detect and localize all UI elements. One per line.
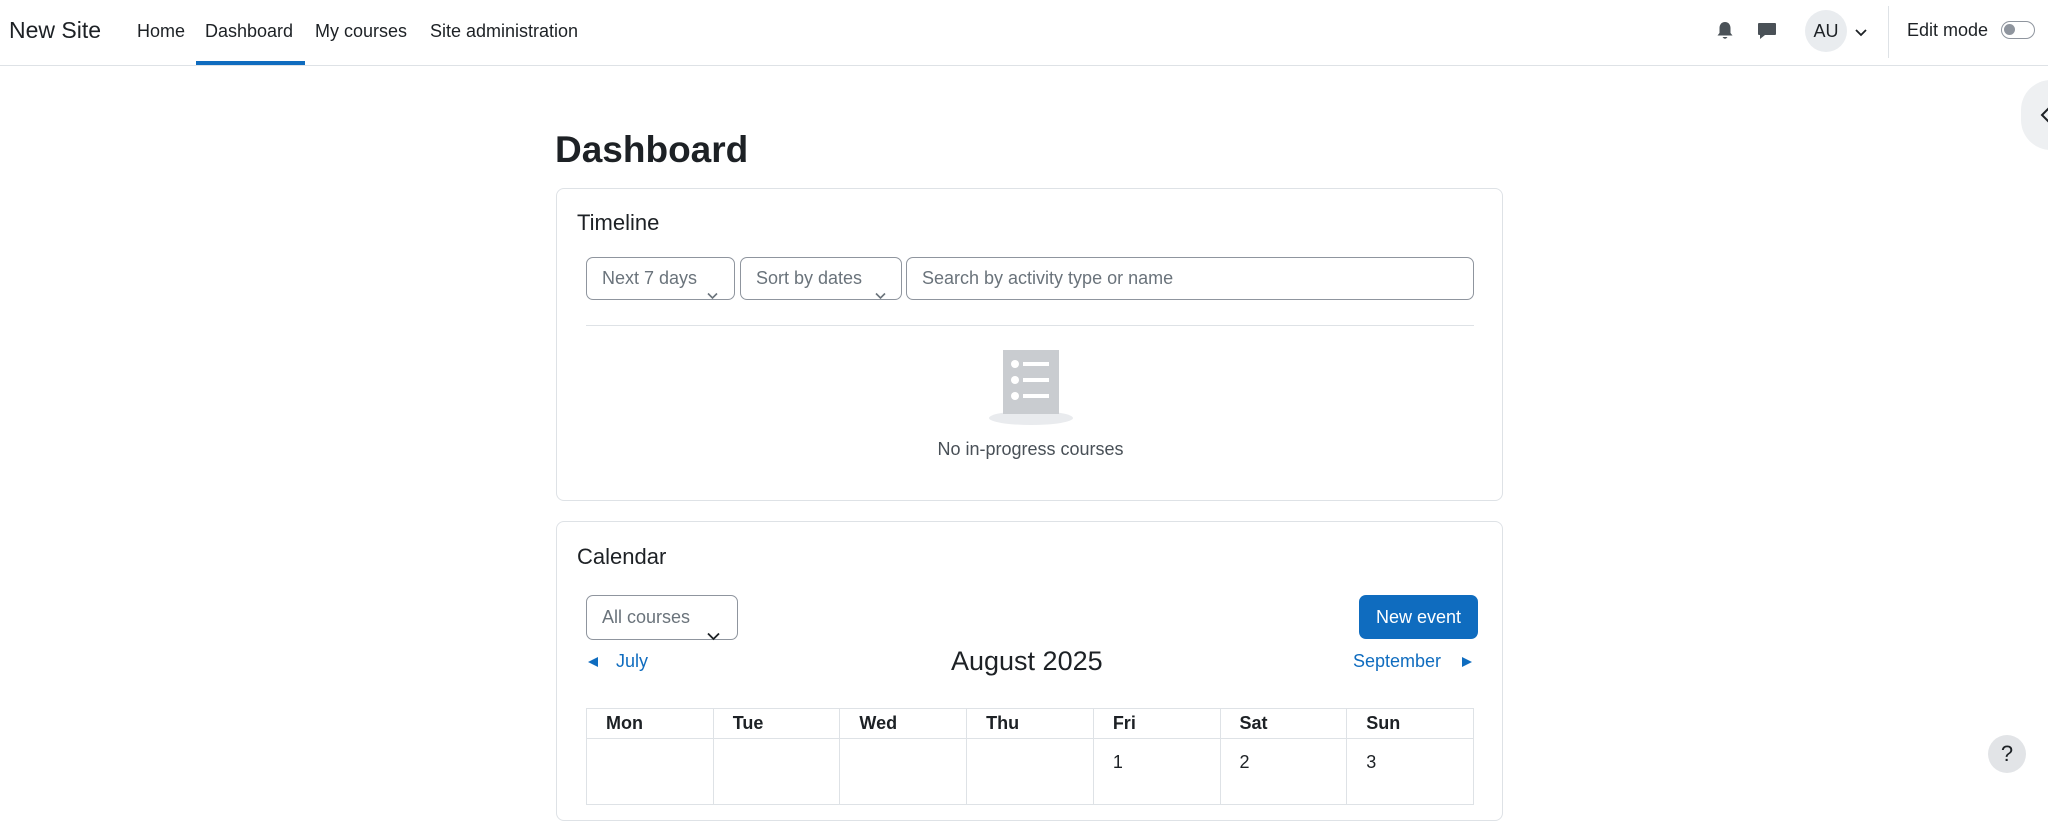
timeline-empty-message: No in-progress courses (937, 439, 1124, 459)
weekday-header-row: Mon Tue Wed Thu Fri Sat Sun (586, 708, 1474, 739)
timeline-divider (586, 325, 1474, 326)
bell-icon[interactable] (1716, 21, 1734, 46)
new-event-button[interactable]: New event (1359, 595, 1478, 639)
previous-month-label[interactable]: July (616, 651, 648, 672)
toggle-knob (2004, 24, 2015, 35)
user-avatar[interactable]: AU (1805, 10, 1847, 52)
calendar-course-filter[interactable]: All courses (586, 595, 738, 641)
course-list-icon (987, 350, 1075, 431)
site-brand[interactable]: New Site (9, 17, 101, 44)
calendar-course-filter-label: All courses (602, 607, 691, 627)
nav-link-site-administration[interactable]: Site administration (430, 21, 578, 42)
calendar-day-cell (586, 738, 714, 805)
navbar-divider (1888, 6, 1889, 58)
timeline-sort-select[interactable]: Sort by dates (740, 257, 902, 300)
chevron-down-icon (707, 614, 720, 657)
nav-link-home[interactable]: Home (137, 21, 185, 42)
weekday-mon: Mon (586, 708, 714, 739)
weekday-tue: Tue (712, 708, 841, 739)
current-month-title: August 2025 (951, 646, 1103, 676)
chevron-down-icon[interactable] (1855, 25, 1867, 43)
help-button[interactable]: ? (1988, 735, 2026, 773)
weekday-sat: Sat (1219, 708, 1348, 739)
page-title: Dashboard (555, 129, 749, 170)
chat-icon[interactable] (1757, 21, 1777, 46)
calendar-title: Calendar (577, 544, 667, 569)
caret-left-icon (588, 657, 598, 667)
active-nav-indicator (196, 61, 305, 65)
calendar-day-cell[interactable]: 3 (1346, 738, 1474, 805)
timeline-day-filter-label: Next 7 days (602, 268, 698, 288)
weekday-fri: Fri (1092, 708, 1221, 739)
calendar-day-cell (839, 738, 968, 805)
nav-link-my-courses[interactable]: My courses (315, 21, 407, 42)
caret-right-icon (1462, 657, 1472, 667)
chevron-left-icon (2040, 107, 2048, 123)
timeline-block: Timeline Next 7 days Sort by dates No in… (556, 188, 1503, 501)
calendar-day-cell[interactable]: 2 (1219, 738, 1348, 805)
edit-mode-toggle[interactable] (2001, 21, 2035, 39)
chevron-down-icon (707, 274, 718, 315)
timeline-sort-label: Sort by dates (756, 268, 863, 288)
chevron-down-icon (875, 274, 886, 315)
timeline-search-input[interactable] (906, 257, 1474, 300)
calendar-week-row: 1 2 3 (586, 738, 1474, 805)
nav-link-dashboard[interactable]: Dashboard (205, 21, 293, 42)
weekday-wed: Wed (839, 708, 968, 739)
timeline-day-filter[interactable]: Next 7 days (586, 257, 735, 300)
edit-mode-label: Edit mode (1907, 20, 1989, 40)
weekday-thu: Thu (966, 708, 1094, 739)
calendar-block: Calendar All courses New event July Augu… (556, 521, 1503, 821)
calendar-day-cell (712, 738, 841, 805)
next-month-label[interactable]: September (1353, 651, 1441, 672)
top-navbar: New Site Home Dashboard My courses Site … (0, 0, 2048, 66)
calendar-month-grid: Mon Tue Wed Thu Fri Sat Sun 1 2 3 (586, 708, 1474, 805)
weekday-sun: Sun (1346, 708, 1474, 739)
calendar-day-cell[interactable]: 1 (1092, 738, 1221, 805)
timeline-title: Timeline (577, 210, 660, 235)
calendar-day-cell (966, 738, 1094, 805)
open-drawer-button[interactable] (2021, 80, 2048, 150)
